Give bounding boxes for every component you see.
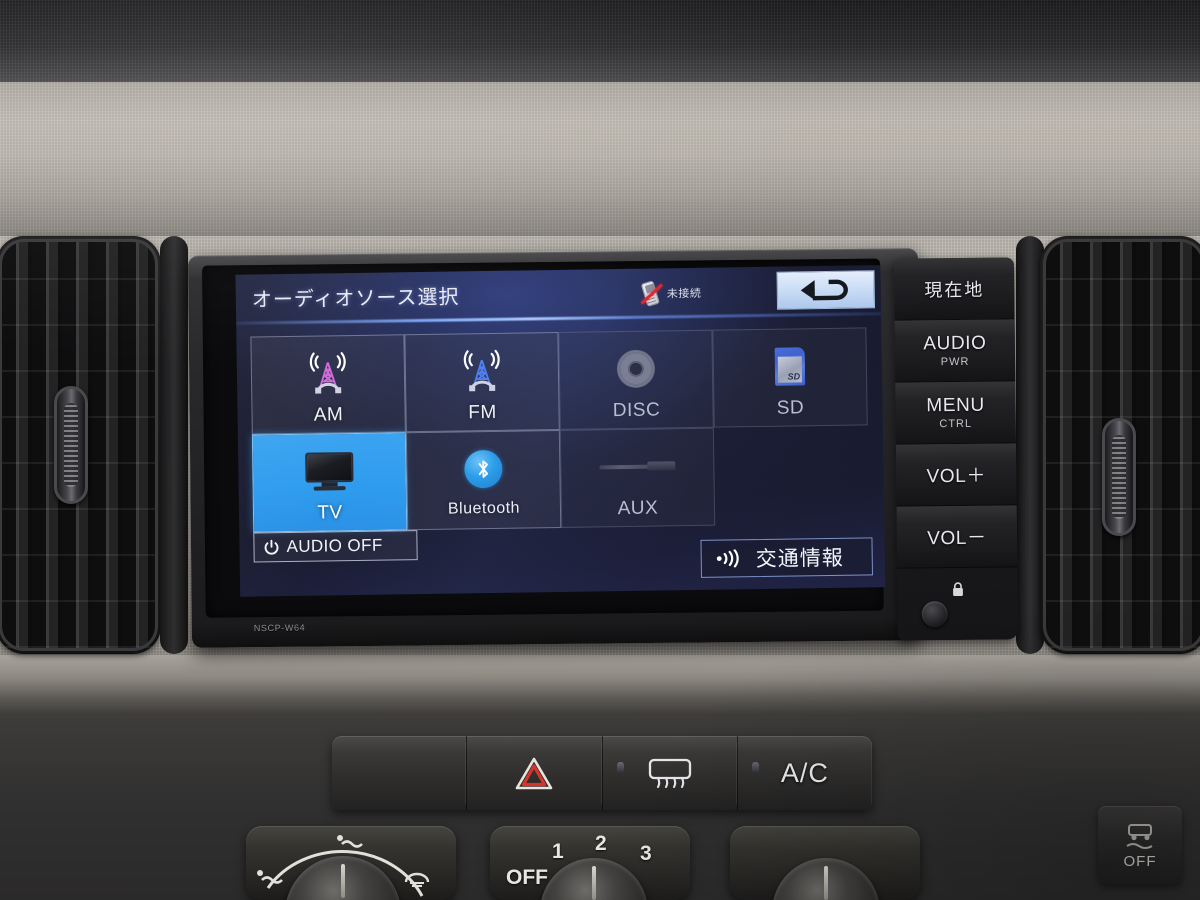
phone-disconnected-icon: [640, 279, 664, 307]
page-title: オーディオソース選択: [251, 286, 460, 312]
upper-dashboard: [0, 0, 1200, 250]
car-dashboard-photo: NSCP-W64 オーディオソース選択 未接続 AM FM DISC SD SD…: [0, 0, 1200, 900]
audio-off-label: AUDIO OFF: [286, 535, 383, 557]
traffic-info-button[interactable]: 交通情報: [700, 537, 873, 578]
blank-switch[interactable]: [332, 736, 468, 810]
source-label: AUX: [617, 497, 659, 520]
hardware-button-column: 現在地 AUDIO PWR MENU CTRL VOL＋ VOL－: [894, 257, 1018, 641]
vent-direction-knob[interactable]: [54, 386, 88, 504]
car-navigation-head-unit: NSCP-W64 オーディオソース選択 未接続 AM FM DISC SD SD…: [187, 248, 923, 648]
button-label: VOL＋: [926, 465, 987, 488]
fan-step-3: 3: [640, 842, 652, 865]
source-tile-aux[interactable]: AUX: [559, 427, 716, 528]
hard-button-volume-up[interactable]: VOL＋: [895, 443, 1017, 507]
fan-step-1: 1: [552, 840, 564, 863]
source-label: DISC: [612, 399, 661, 422]
hard-button-volume-down[interactable]: VOL－: [896, 505, 1018, 569]
switch-indicator-led: [751, 762, 759, 774]
source-tile-sd[interactable]: SD SD: [712, 327, 868, 428]
button-label: AUDIO: [923, 332, 987, 355]
hazard-triangle-icon: [516, 757, 553, 790]
bluetooth-icon: [464, 438, 503, 501]
source-tile-bluetooth[interactable]: Bluetooth: [405, 429, 562, 531]
vsc-off-label: OFF: [1123, 852, 1157, 870]
ac-switch[interactable]: A/C: [738, 736, 873, 810]
button-label: VOL－: [927, 527, 987, 550]
radio-tower-icon: [458, 340, 505, 403]
phone-status-label: 未接続: [666, 287, 702, 301]
dashboard-shelf: [0, 655, 1200, 715]
air-vent-left[interactable]: [0, 236, 161, 654]
back-arrow-icon: [800, 279, 848, 301]
power-icon: [264, 539, 279, 555]
source-tile-tv[interactable]: TV: [251, 432, 408, 533]
traffic-info-label: 交通情報: [755, 546, 844, 572]
lock-indicator-area: [897, 567, 1018, 640]
source-tile-am[interactable]: AM: [250, 334, 406, 435]
audio-off-button[interactable]: AUDIO OFF: [253, 530, 418, 563]
source-label: AM: [313, 404, 344, 426]
fan-off-label: OFF: [506, 866, 548, 889]
screen-header: オーディオソース選択 未接続: [235, 265, 882, 325]
hazard-switch[interactable]: [467, 736, 603, 810]
fan-step-2: 2: [595, 832, 607, 855]
vent-direction-knob[interactable]: [1102, 418, 1136, 536]
hard-button-menu-ctrl[interactable]: MENU CTRL: [895, 381, 1016, 445]
rear-defroster-icon: [648, 758, 691, 789]
source-tile-disc[interactable]: DISC: [558, 329, 714, 430]
source-tile-fm[interactable]: FM: [404, 331, 560, 433]
source-label: FM: [468, 401, 497, 424]
hard-button-current-location[interactable]: 現在地: [894, 257, 1015, 321]
hard-button-audio-power[interactable]: AUDIO PWR: [894, 319, 1016, 383]
button-sublabel: CTRL: [939, 417, 973, 431]
disc-icon: [616, 338, 656, 401]
audio-source-grid: AM FM DISC SD SD TV Bluetooth AUX: [250, 327, 869, 533]
vent-edge-left: [160, 236, 188, 654]
back-button[interactable]: [776, 270, 876, 310]
source-label: TV: [317, 502, 343, 524]
button-label: MENU: [926, 394, 985, 417]
touchscreen-display[interactable]: オーディオソース選択 未接続 AM FM DISC SD SD TV Bluet…: [235, 265, 886, 597]
header-divider: [236, 312, 882, 325]
source-label: Bluetooth: [447, 499, 521, 518]
traction-control-off-button[interactable]: OFF: [1098, 806, 1182, 884]
switch-indicator-led: [616, 762, 624, 774]
head-unit-model-label: NSCP-W64: [253, 622, 306, 634]
phone-connection-status: 未接続: [640, 275, 736, 310]
windshield-base: [0, 0, 1200, 82]
aux-plug-icon: [599, 435, 676, 498]
broadcast-signal-icon: [716, 549, 739, 568]
tv-icon: [305, 440, 354, 503]
radio-tower-icon: [304, 342, 351, 405]
dashboard-switch-bar: A/C: [332, 736, 873, 810]
button-sublabel: PWR: [940, 355, 970, 369]
ac-label: A/C: [780, 757, 829, 788]
air-vent-right[interactable]: [1040, 236, 1200, 654]
button-label: 現在地: [924, 279, 985, 300]
sd-card-icon: SD: [774, 335, 806, 397]
source-tile-empty: [714, 425, 869, 525]
reset-knob[interactable]: [921, 600, 948, 627]
rear-defroster-switch[interactable]: [603, 736, 738, 810]
lock-icon: [952, 581, 963, 596]
traction-control-off-icon: [1126, 823, 1153, 849]
source-label: SD: [776, 397, 805, 419]
